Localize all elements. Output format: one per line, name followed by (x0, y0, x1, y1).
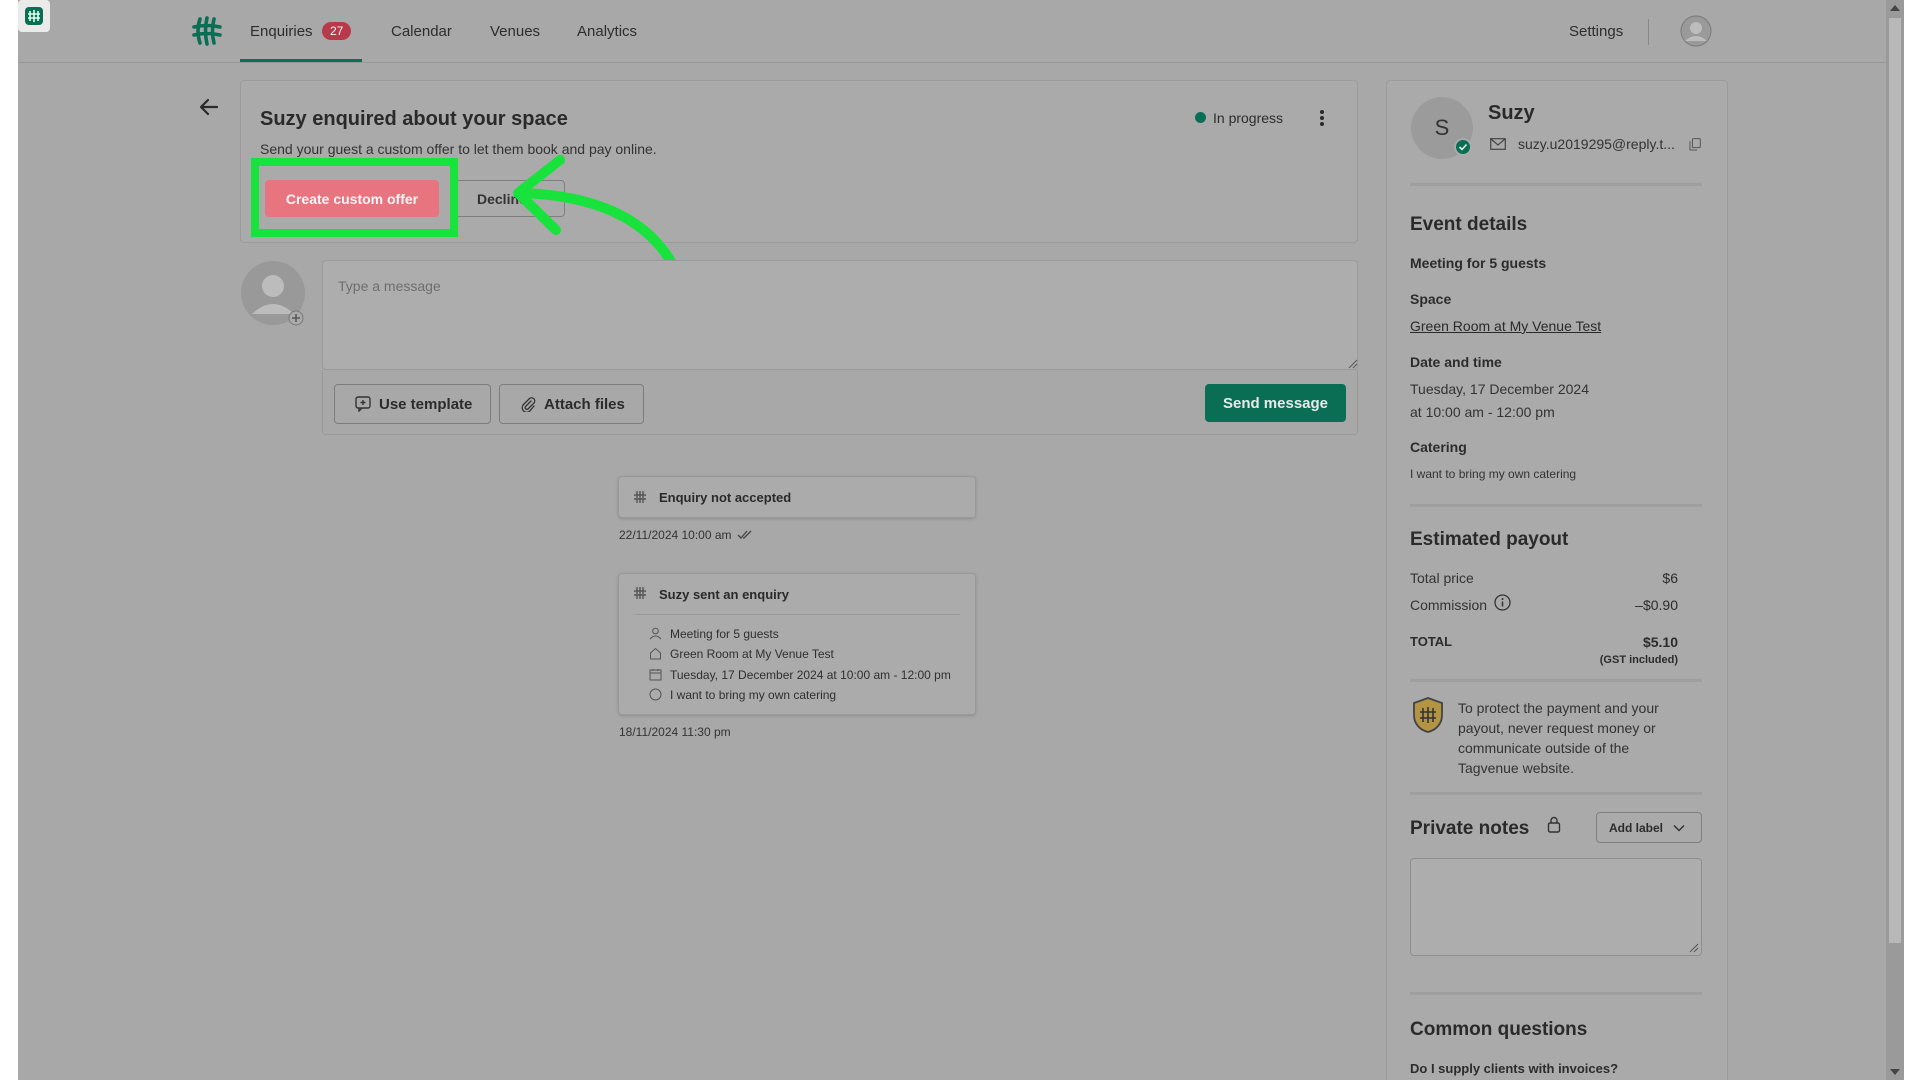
attach-files-label: Attach files (544, 395, 625, 413)
resize-handle-icon[interactable] (1689, 943, 1699, 953)
guest-name: Suzy (1488, 102, 1535, 124)
active-tab-indicator (240, 59, 362, 62)
use-template-label: Use template (379, 395, 473, 413)
event-title: Enquiry not accepted (659, 490, 792, 505)
event-time: at 10:00 am - 12:00 pm (1410, 404, 1555, 420)
payment-protection-notice: To protect the payment and your payout, … (1458, 700, 1659, 776)
nav-venues[interactable]: Venues (490, 23, 540, 40)
guest-email: suzy.u2019295@reply.t... (1518, 136, 1675, 152)
event-summary: Meeting for 5 guests (1410, 255, 1547, 271)
message-input[interactable] (322, 260, 1358, 370)
mail-icon (1490, 138, 1506, 150)
message-placeholder: Type a message (338, 278, 441, 294)
add-label-text: Add label (1609, 820, 1664, 835)
scroll-up-icon[interactable] (1890, 5, 1900, 11)
highlight-box (251, 158, 458, 237)
event-detail-row: Green Room at My Venue Test (670, 647, 834, 661)
event-date: Tuesday, 17 December 2024 (1410, 381, 1589, 397)
paperclip-icon (521, 397, 536, 412)
copy-icon[interactable] (1689, 138, 1701, 151)
date-time-label: Date and time (1410, 354, 1502, 370)
event-timestamp: 22/11/2024 10:00 am (619, 528, 732, 542)
panel-divider (1410, 679, 1702, 682)
event-detail-row: I want to bring my own catering (670, 688, 837, 702)
page: Enquiries 27 Calendar Venues Analytics S… (18, 0, 1904, 1080)
scroll-down-icon[interactable] (1890, 1069, 1900, 1075)
private-notes-heading: Private notes (1410, 818, 1530, 839)
tagvenue-event-icon (634, 491, 646, 503)
lock-icon (1547, 816, 1561, 833)
nav-divider (1648, 19, 1649, 45)
catering-label: Catering (1410, 439, 1467, 455)
user-avatar-icon[interactable] (1680, 15, 1712, 47)
panel-divider (1410, 183, 1702, 186)
event-divider (634, 614, 960, 615)
shield-icon (1413, 697, 1443, 733)
back-arrow-icon[interactable] (198, 96, 220, 118)
template-icon (355, 396, 371, 412)
resize-handle-icon[interactable] (1348, 356, 1358, 369)
common-questions-heading: Common questions (1410, 1019, 1588, 1040)
chevron-down-icon (1673, 824, 1685, 832)
commission-label: Commission (1410, 597, 1488, 613)
panel-divider (1410, 504, 1702, 507)
attach-files-button[interactable]: Attach files (499, 384, 644, 424)
calendar-icon (649, 669, 662, 681)
event-detail-row: Tuesday, 17 December 2024 at 10:00 am - … (670, 668, 951, 682)
event-detail-row: Meeting for 5 guests (670, 627, 779, 641)
page-scrollbar[interactable] (1886, 0, 1904, 1080)
host-avatar-icon[interactable] (240, 260, 306, 326)
nav-settings[interactable]: Settings (1569, 23, 1623, 40)
status-label: In progress (1213, 110, 1284, 126)
event-details-heading: Event details (1410, 214, 1528, 235)
total-price-value: $6 (1662, 570, 1678, 586)
add-label-dropdown[interactable]: Add label (1596, 812, 1702, 843)
commission-value: –$0.90 (1635, 597, 1678, 613)
nav-enquiries[interactable]: Enquiries (250, 23, 313, 40)
nav-analytics[interactable]: Analytics (577, 23, 637, 40)
nav-calendar[interactable]: Calendar (391, 23, 452, 40)
info-icon[interactable] (1494, 594, 1511, 611)
guests-icon (649, 627, 662, 640)
double-check-icon (737, 530, 752, 539)
total-value: $5.10 (1642, 634, 1678, 650)
space-label: Space (1410, 291, 1452, 307)
event-title: Suzy sent an enquiry (659, 587, 790, 602)
total-price-label: Total price (1410, 570, 1474, 586)
panel-divider (1410, 992, 1702, 995)
estimated-payout-heading: Estimated payout (1410, 529, 1569, 550)
private-notes-textarea[interactable] (1410, 858, 1702, 956)
enquiries-count-badge: 27 (322, 22, 352, 40)
total-label: TOTAL (1410, 634, 1453, 649)
verified-check-icon (1454, 138, 1472, 156)
gst-note: (GST included) (1599, 654, 1678, 666)
tagvenue-event-icon (634, 587, 646, 599)
panel-divider (1410, 792, 1702, 795)
tagvenue-logo-icon[interactable] (191, 15, 223, 47)
catering-icon (649, 688, 662, 701)
status-dot-icon (1195, 112, 1206, 123)
venue-icon (650, 647, 661, 660)
event-timestamp: 18/11/2024 11:30 pm (619, 725, 731, 739)
use-template-button[interactable]: Use template (334, 384, 491, 424)
more-options-icon[interactable] (1319, 108, 1325, 128)
scrollbar-thumb[interactable] (1889, 18, 1901, 943)
catering-value: I want to bring my own catering (1410, 467, 1577, 481)
send-message-button[interactable]: Send message (1205, 384, 1346, 422)
top-navigation: Enquiries 27 Calendar Venues Analytics S… (18, 0, 1886, 63)
faq-question[interactable]: Do I supply clients with invoices? (1410, 1061, 1618, 1076)
space-link[interactable]: Green Room at My Venue Test (1410, 318, 1601, 334)
enquiry-title: Suzy enquired about your space (260, 108, 568, 130)
